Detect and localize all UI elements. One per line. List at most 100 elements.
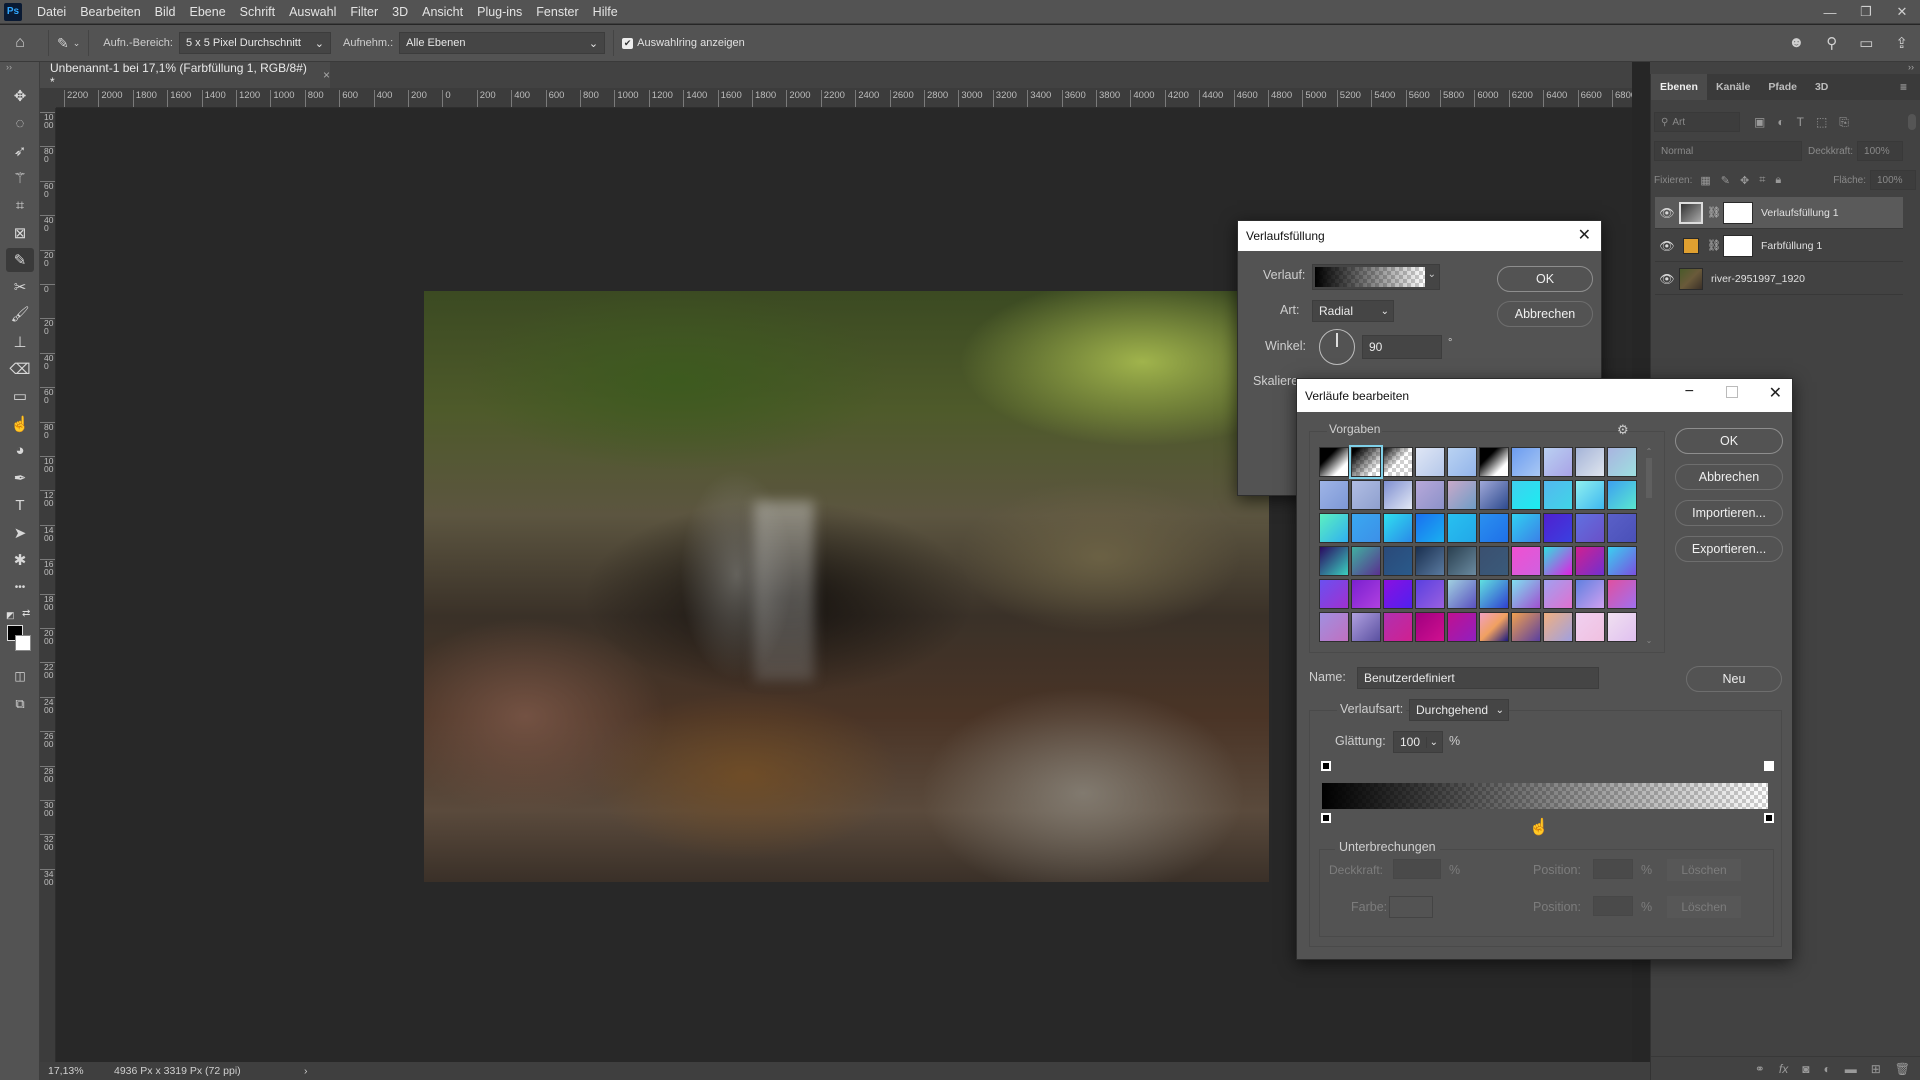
mask-link-icon[interactable]: ⛓︎ <box>1707 239 1721 252</box>
gradient-preset-swatch[interactable] <box>1607 513 1637 543</box>
ruler-origin[interactable] <box>40 88 56 108</box>
gradient-preset-swatch[interactable] <box>1479 447 1509 477</box>
gradient-preset-swatch[interactable] <box>1479 513 1509 543</box>
menu-filter[interactable]: Filter <box>343 0 385 24</box>
more-tools-icon[interactable]: ••• <box>6 575 34 599</box>
collapse-panel-icon[interactable]: ›› <box>1650 62 1920 74</box>
opacity-position-field[interactable] <box>1593 859 1633 879</box>
swap-colors-icon[interactable]: ⇄ <box>22 608 30 619</box>
filter-pixel-icon[interactable]: ▣ <box>1754 115 1765 130</box>
cancel-button[interactable]: Abbrechen <box>1675 464 1783 490</box>
gradient-preset-swatch[interactable] <box>1319 447 1349 477</box>
color-stop-left[interactable] <box>1321 813 1331 823</box>
gradient-preset-swatch[interactable] <box>1447 480 1477 510</box>
delete-opacity-stop-button[interactable]: Löschen <box>1667 859 1741 881</box>
gradient-preset-swatch[interactable] <box>1319 513 1349 543</box>
quick-mask-icon[interactable]: ◫ <box>6 664 34 688</box>
stop-color-swatch[interactable] <box>1389 896 1433 918</box>
layer-mask-thumbnail[interactable] <box>1722 234 1753 257</box>
gradient-preset-swatch[interactable] <box>1511 546 1541 576</box>
gradient-preset-swatch[interactable] <box>1319 579 1349 609</box>
gradient-preset-swatch[interactable] <box>1607 546 1637 576</box>
zoom-level[interactable]: 17,13% <box>40 1065 92 1077</box>
angle-field[interactable]: 90 <box>1362 335 1442 359</box>
brush-tool-icon[interactable]: 🖌 <box>6 302 34 326</box>
filter-adjustment-icon[interactable]: ◐ <box>1777 115 1784 130</box>
menu-schrift[interactable]: Schrift <box>233 0 282 24</box>
workspace-icon[interactable]: ▭ <box>1859 34 1873 52</box>
eraser-tool-icon[interactable]: ⌫ <box>6 357 34 381</box>
healing-tool-icon[interactable]: ✂ <box>6 275 34 299</box>
menu-bearbeiten[interactable]: Bearbeiten <box>73 0 147 24</box>
gradient-preset-swatch[interactable] <box>1479 579 1509 609</box>
menu-ebene[interactable]: Ebene <box>183 0 233 24</box>
gradient-tool-icon[interactable]: ▭ <box>6 384 34 408</box>
gradient-preset-swatch[interactable] <box>1447 579 1477 609</box>
document-tab[interactable]: Unbenannt-1 bei 17,1% (Farbfüllung 1, RG… <box>40 61 330 89</box>
gradient-preset-swatch[interactable] <box>1383 612 1413 642</box>
group-folder-icon[interactable]: ▬ <box>1845 1062 1857 1076</box>
gradient-preset-swatch[interactable] <box>1447 612 1477 642</box>
path-select-tool-icon[interactable]: ➤ <box>6 521 34 545</box>
delete-color-stop-button[interactable]: Löschen <box>1667 896 1741 918</box>
type-tool-icon[interactable]: T <box>6 494 34 518</box>
gradient-preset-swatch[interactable] <box>1543 546 1573 576</box>
gradient-preset-swatch[interactable] <box>1511 513 1541 543</box>
gradient-preset-swatch[interactable] <box>1319 546 1349 576</box>
frame-tool-icon[interactable]: ⊠ <box>6 221 34 245</box>
gradient-preset-swatch[interactable] <box>1447 546 1477 576</box>
smudge-tool-icon[interactable]: ☝ <box>6 412 34 436</box>
menu-3d[interactable]: 3D <box>385 0 415 24</box>
gradient-preset-swatch[interactable] <box>1349 445 1383 479</box>
gradient-preset-swatch[interactable] <box>1415 612 1445 642</box>
tool-preset-picker[interactable]: ✎ ⌄ <box>57 35 80 52</box>
gradient-preset-swatch[interactable] <box>1351 513 1381 543</box>
maximize-icon[interactable] <box>1726 386 1738 398</box>
gradient-bar[interactable] <box>1322 783 1768 809</box>
tab-kan-le[interactable]: Kanäle <box>1707 74 1759 100</box>
layer-name[interactable]: Verlaufsfüllung 1 <box>1761 207 1839 219</box>
close-icon[interactable]: ✕ <box>1578 225 1591 245</box>
gradient-preset-swatch[interactable] <box>1383 546 1413 576</box>
minimize-button[interactable]: — <box>1812 0 1848 24</box>
gradient-preset-swatch[interactable] <box>1543 513 1573 543</box>
tab-ebenen[interactable]: Ebenen <box>1651 74 1707 100</box>
gradient-preset-swatch[interactable] <box>1511 579 1541 609</box>
lasso-tool-icon[interactable]: ➶ <box>6 139 34 163</box>
marquee-tool-icon[interactable]: ◌ <box>6 111 34 135</box>
export-button[interactable]: Exportieren... <box>1675 536 1783 562</box>
tab-pfade[interactable]: Pfade <box>1759 74 1806 100</box>
filter-type-icon[interactable]: T <box>1797 115 1804 130</box>
gradient-preset-swatch[interactable] <box>1415 546 1445 576</box>
gradient-preset-swatch[interactable] <box>1511 480 1541 510</box>
menu-datei[interactable]: Datei <box>30 0 73 24</box>
gradient-preset-swatch[interactable] <box>1607 612 1637 642</box>
ok-button[interactable]: OK <box>1675 428 1783 454</box>
fill-field[interactable]: 100% <box>1870 170 1916 190</box>
share-export-icon[interactable]: ⇪ <box>1895 34 1908 52</box>
trash-icon[interactable]: 🗑︎ <box>1895 1062 1910 1076</box>
gradient-preset-swatch[interactable] <box>1575 447 1605 477</box>
share-user-icon[interactable]: ☻ <box>1788 34 1804 52</box>
color-stop-right[interactable] <box>1764 813 1774 823</box>
move-tool-icon[interactable]: ✥ <box>6 84 34 108</box>
lock-pixels-icon[interactable]: ✎ <box>1721 174 1730 187</box>
filter-toggle[interactable] <box>1908 114 1916 130</box>
menu-plug-ins[interactable]: Plug-ins <box>470 0 529 24</box>
gradient-fill-dialog-titlebar[interactable]: Verlaufsfüllung ✕ <box>1238 221 1601 251</box>
style-select[interactable]: Radial ⌄ <box>1312 300 1394 322</box>
pen-tool-icon[interactable]: ✒ <box>6 466 34 490</box>
adjustment-layer-icon[interactable]: ◐ <box>1823 1062 1830 1076</box>
gradient-preset-swatch[interactable] <box>1447 447 1477 477</box>
name-field[interactable]: Benutzerdefiniert <box>1357 667 1599 689</box>
layer-filter-select[interactable]: ⚲ Art <box>1654 112 1740 132</box>
gradient-preset-swatch[interactable] <box>1511 612 1541 642</box>
stamp-tool-icon[interactable]: ⊥ <box>6 330 34 354</box>
opacity-stop-left[interactable] <box>1321 761 1331 771</box>
gradient-preset-swatch[interactable] <box>1415 480 1445 510</box>
search-icon[interactable]: ⚲ <box>1826 34 1837 52</box>
gradient-preset-swatch[interactable] <box>1383 513 1413 543</box>
canvas-image-waterfall[interactable] <box>424 291 1269 882</box>
gradient-preset-swatch[interactable] <box>1383 480 1413 510</box>
shape-tool-icon[interactable]: ✱ <box>6 548 34 572</box>
